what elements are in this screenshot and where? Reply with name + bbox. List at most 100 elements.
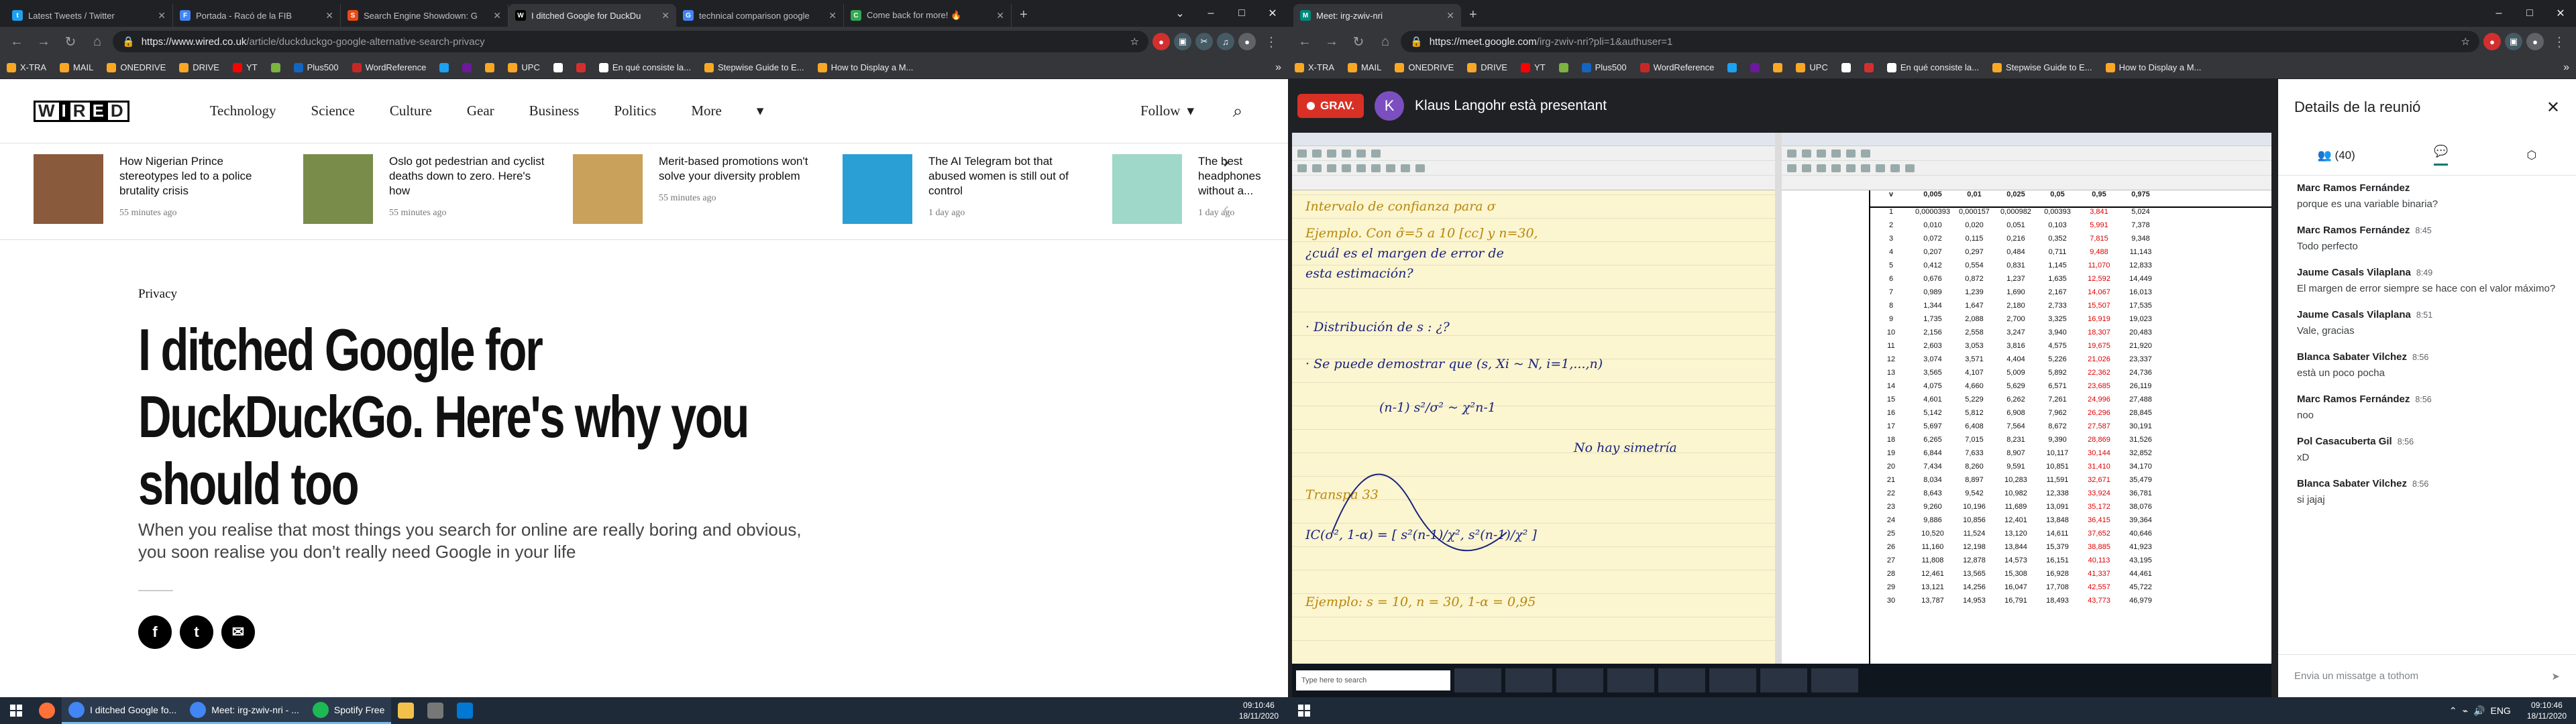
story-card[interactable]: Merit-based promotions won't solve your … <box>573 154 822 224</box>
bookmark-item[interactable] <box>270 62 280 72</box>
bookmark-item[interactable]: ONEDRIVE <box>107 62 166 72</box>
menu-icon[interactable]: ⋮ <box>2548 30 2571 53</box>
wired-logo[interactable]: WIRED <box>34 100 129 122</box>
bookmark-star-icon[interactable]: ☆ <box>2461 36 2470 48</box>
network-icon[interactable]: ⌁ <box>2463 705 2468 717</box>
address-bar[interactable]: 🔒 https://meet.google.com/irg-zwiv-nri?p… <box>1401 31 2479 52</box>
bookmark-item[interactable]: WordReference <box>1640 62 1714 72</box>
extension-icon[interactable]: ✂ <box>1195 33 1213 50</box>
nav-link[interactable]: More <box>691 103 722 119</box>
reload-icon[interactable]: ↻ <box>59 30 82 53</box>
settings-icon[interactable] <box>421 697 450 724</box>
close-icon[interactable]: ✕ <box>325 10 333 21</box>
profile-avatar[interactable]: ● <box>1238 33 1256 50</box>
search-icon[interactable]: ⌕ <box>1221 95 1254 128</box>
windows-start-icon[interactable] <box>0 705 32 717</box>
nav-link[interactable]: Gear <box>467 103 494 119</box>
home-icon[interactable]: ⌂ <box>86 30 109 53</box>
close-icon[interactable]: ✕ <box>493 10 501 21</box>
tab[interactable]: W I ditched Google for DuckDu ✕ <box>508 4 676 27</box>
article-rubric[interactable]: Privacy <box>138 287 1288 302</box>
bookmark-item[interactable]: Plus500 <box>1581 62 1627 72</box>
email-icon[interactable]: ✉ <box>221 615 255 649</box>
extension-icon[interactable]: ♫ <box>1217 33 1234 50</box>
twitter-icon[interactable]: t <box>180 615 213 649</box>
close-icon[interactable]: ✕ <box>996 10 1004 21</box>
chevron-right-icon[interactable]: › <box>1223 152 1229 172</box>
bookmark-item[interactable]: DRIVE <box>1467 62 1507 72</box>
bookmarks-overflow-button[interactable]: » <box>1275 62 1281 74</box>
bookmark-item[interactable]: Stepwise Guide to E... <box>704 62 804 72</box>
chat-icon[interactable]: 💬 <box>2434 145 2449 166</box>
bookmark-item[interactable] <box>439 62 449 72</box>
bookmarks-overflow-button[interactable]: » <box>2563 62 2569 74</box>
bookmark-item[interactable]: Plus500 <box>293 62 339 72</box>
bookmark-item[interactable]: X-TRA <box>1295 62 1334 72</box>
bookmark-item[interactable]: UPC <box>508 62 540 72</box>
home-icon[interactable]: ⌂ <box>1374 30 1397 53</box>
tab[interactable]: t Latest Tweets / Twitter ✕ <box>5 4 173 27</box>
tab[interactable]: M Meet: irg-zwiv-nri ✕ <box>1293 4 1461 27</box>
close-icon[interactable]: ✕ <box>828 10 837 21</box>
bookmark-item[interactable]: YT <box>232 62 258 72</box>
bookmark-item[interactable] <box>1727 62 1737 72</box>
maximize-button[interactable]: □ <box>1226 0 1257 27</box>
back-icon[interactable]: ← <box>1293 30 1316 53</box>
bookmark-item[interactable] <box>485 62 495 72</box>
send-icon[interactable]: ➤ <box>2551 670 2560 682</box>
extension-icon[interactable]: ▣ <box>2505 33 2522 50</box>
bookmark-item[interactable] <box>576 62 586 72</box>
tray-arrow-icon[interactable]: ⌃ <box>2449 705 2457 717</box>
chat-input[interactable]: Envia un missatge a tothom ➤ <box>2278 654 2576 697</box>
address-bar[interactable]: 🔒 https://www.wired.co.uk/article/duckdu… <box>113 31 1148 52</box>
facebook-icon[interactable]: f <box>138 615 172 649</box>
maximize-button[interactable]: □ <box>2514 0 2545 27</box>
extension-icon[interactable]: ● <box>1152 33 1170 50</box>
bookmark-item[interactable]: YT <box>1520 62 1546 72</box>
tab[interactable]: F Portada - Racó de la FIB ✕ <box>173 4 341 27</box>
new-tab-button[interactable]: + <box>1012 7 1036 27</box>
new-tab-button[interactable]: + <box>1461 7 1485 27</box>
nav-link[interactable]: Science <box>311 103 355 119</box>
bookmark-item[interactable] <box>1773 62 1783 72</box>
tab-search-icon[interactable]: ⌄ <box>1165 0 1195 27</box>
activities-icon[interactable]: ⬡ <box>2527 149 2537 162</box>
close-icon[interactable]: ✕ <box>1446 10 1454 21</box>
nav-link[interactable]: Technology <box>210 103 276 119</box>
minimize-button[interactable]: – <box>1195 0 1226 27</box>
bookmark-item[interactable]: En qué consiste la... <box>598 62 691 72</box>
bookmark-item[interactable] <box>1558 62 1568 72</box>
chevron-left-icon[interactable]: ‹ <box>1223 198 1229 219</box>
windows-start-icon[interactable] <box>1288 705 1320 717</box>
bookmark-item[interactable]: WordReference <box>352 62 426 72</box>
clock[interactable]: 09:10:46 18/11/2020 <box>1230 700 1288 721</box>
close-window-button[interactable]: ✕ <box>1257 0 1288 27</box>
tab[interactable]: S Search Engine Showdown: G ✕ <box>341 4 508 27</box>
forward-icon[interactable]: → <box>1320 30 1343 53</box>
close-icon[interactable]: ✕ <box>2546 98 2560 117</box>
close-window-button[interactable]: ✕ <box>2545 0 2576 27</box>
bookmark-item[interactable]: En qué consiste la... <box>1886 62 1979 72</box>
bookmark-item[interactable] <box>1841 62 1851 72</box>
tab[interactable]: C Come back for more! 🔥 ✕ <box>844 4 1012 27</box>
bookmark-item[interactable]: How to Display a M... <box>2105 62 2201 72</box>
follow-button[interactable]: Follow ▾ <box>1140 103 1194 119</box>
taskbar-app[interactable]: Meet: irg-zwiv-nri - ... <box>183 697 306 724</box>
bookmark-item[interactable]: DRIVE <box>179 62 219 72</box>
bookmark-item[interactable]: How to Display a M... <box>817 62 913 72</box>
story-card[interactable]: The best headphones without a... 1 day ag… <box>1112 154 1261 224</box>
bookmark-item[interactable] <box>462 62 472 72</box>
menu-icon[interactable]: ⋮ <box>1260 30 1283 53</box>
nav-link[interactable]: Business <box>529 103 580 119</box>
bookmark-item[interactable]: MAIL <box>1348 62 1381 72</box>
minimize-button[interactable]: – <box>2483 0 2514 27</box>
bookmark-item[interactable]: X-TRA <box>7 62 46 72</box>
story-card[interactable]: Oslo got pedestrian and cyclist deaths d… <box>303 154 553 224</box>
language-indicator[interactable]: ENG <box>2490 705 2510 716</box>
vscode-icon[interactable] <box>450 697 480 724</box>
taskbar-app[interactable]: I ditched Google fo... <box>62 697 184 724</box>
reload-icon[interactable]: ↻ <box>1347 30 1370 53</box>
bookmark-item[interactable]: UPC <box>1796 62 1828 72</box>
extension-icon[interactable]: ▣ <box>1174 33 1191 50</box>
volume-icon[interactable]: 🔊 <box>2473 705 2485 717</box>
